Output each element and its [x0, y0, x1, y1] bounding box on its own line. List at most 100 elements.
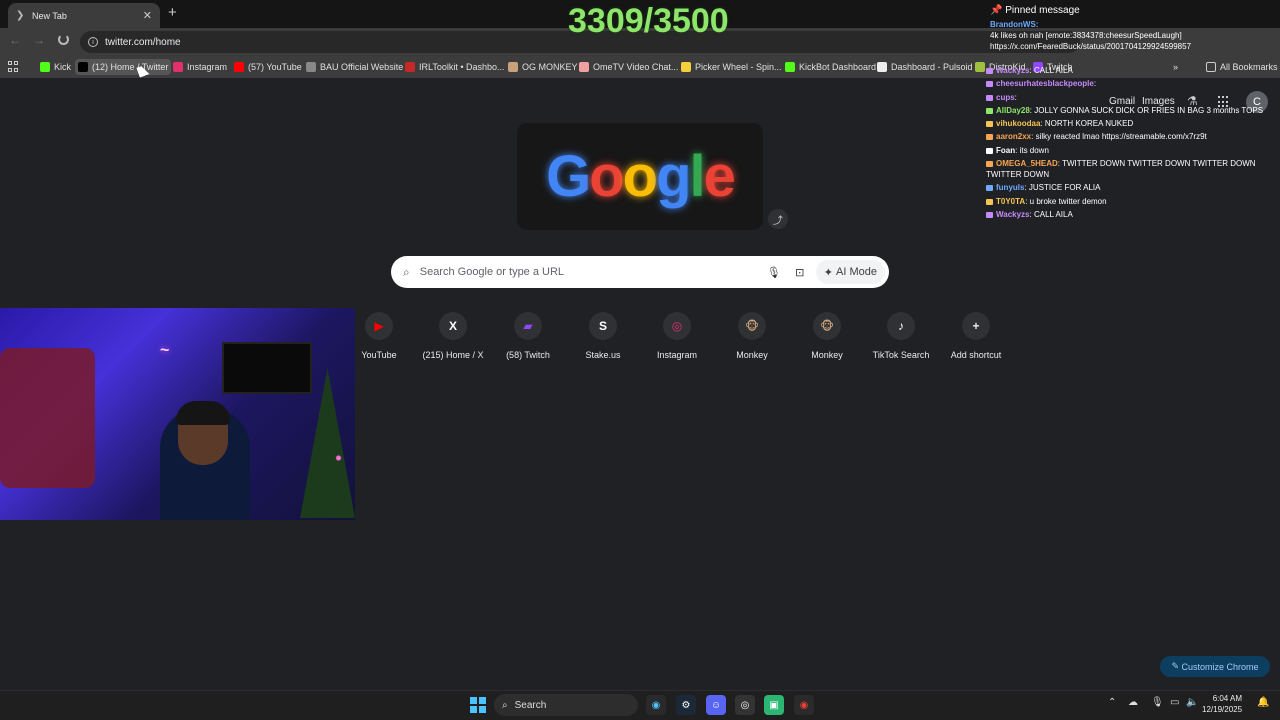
- shortcut-icon: S: [589, 312, 617, 340]
- bookmark-item[interactable]: IRLToolkit • Dashbo...: [402, 59, 508, 75]
- search-placeholder[interactable]: Search Google or type a URL: [420, 266, 764, 278]
- clock[interactable]: 6:04 AM 12/19/2025: [1202, 693, 1242, 715]
- folder-icon: [1206, 62, 1216, 72]
- bookmark-item[interactable]: (12) Home / Twitter: [75, 59, 172, 75]
- chat-badge-icon: [986, 120, 993, 127]
- bookmark-item[interactable]: Instagram: [170, 59, 230, 75]
- bookmark-item[interactable]: BAU Official Website: [303, 59, 406, 75]
- bookmark-item[interactable]: OG MONKEY: [505, 59, 581, 75]
- bau-icon: [306, 62, 316, 72]
- chat-username: AllDay28: [996, 106, 1030, 115]
- taskbar: [0, 690, 1280, 720]
- shortcut-tile[interactable]: X (215) Home / X: [415, 312, 491, 372]
- shortcut-tile[interactable]: ◎ Instagram: [639, 312, 715, 372]
- bookmarks-overflow-icon[interactable]: »: [1170, 59, 1181, 75]
- volume-icon[interactable]: 🔈: [1186, 697, 1198, 708]
- windows-start-icon[interactable]: [470, 697, 486, 713]
- google-lens-icon[interactable]: ⊡: [790, 266, 810, 279]
- shortcut-icon: +: [962, 312, 990, 340]
- reload-icon[interactable]: [58, 34, 69, 45]
- shortcut-tile[interactable]: + Add shortcut: [938, 312, 1014, 372]
- shortcut-tile[interactable]: ♪ TikTok Search: [863, 312, 939, 372]
- bookmark-item[interactable]: Picker Wheel - Spin...: [678, 59, 785, 75]
- chat-username: OMEGA_5HEAD: [996, 159, 1058, 168]
- obs-icon[interactable]: ◎: [735, 695, 755, 715]
- pinned-message-text: 4k likes oh nah [emote:3834378:cheesurSp…: [990, 31, 1182, 40]
- chat-badge-icon: [986, 67, 993, 74]
- tab-new-tab[interactable]: ❯ New Tab ✕: [8, 3, 160, 28]
- network-icon[interactable]: ▭: [1170, 697, 1179, 708]
- steam-icon[interactable]: ⚙: [676, 695, 696, 715]
- chat-message: AllDay28: JOLLY GONNA SUCK DICK OR FRIES…: [986, 106, 1263, 115]
- bookmark-item[interactable]: OmeTV Video Chat...: [576, 59, 681, 75]
- chat-badge-icon: [986, 133, 993, 140]
- customize-label: Customize Chrome: [1181, 661, 1259, 672]
- close-icon[interactable]: ✕: [143, 9, 152, 22]
- monkey-icon: [508, 62, 518, 72]
- bookmark-label: Picker Wheel - Spin...: [695, 62, 782, 72]
- forward-icon[interactable]: →: [33, 33, 45, 47]
- shortcut-icon: ♪: [887, 312, 915, 340]
- shortcut-icon: ▰: [514, 312, 542, 340]
- bookmark-item[interactable]: KickBot Dashboard: [782, 59, 879, 75]
- chat-username: vihukoodaa: [996, 119, 1041, 128]
- chat-message: cups:: [986, 93, 1017, 102]
- gaming-chair: [0, 348, 95, 488]
- bookmark-item[interactable]: Kick: [37, 59, 74, 75]
- chat-message: OMEGA_5HEAD: TWITTER DOWN TWITTER DOWN T…: [986, 159, 1256, 168]
- bookmark-label: OmeTV Video Chat...: [593, 62, 679, 72]
- apps-grid-icon[interactable]: [8, 61, 19, 72]
- ometv-icon: [579, 62, 589, 72]
- chrome-icon[interactable]: ◉: [646, 695, 666, 715]
- taskbar-search-label: Search: [514, 699, 547, 711]
- shortcut-icon: X: [439, 312, 467, 340]
- chevron-up-icon[interactable]: ⌃: [1108, 697, 1116, 708]
- chat-badge-icon: [986, 107, 993, 114]
- chat-message: T0Y0TA: u broke twitter demon: [986, 197, 1107, 206]
- chat-text: u broke twitter demon: [1029, 197, 1107, 206]
- google-doodle[interactable]: Google: [517, 123, 763, 230]
- all-bookmarks-button[interactable]: All Bookmarks: [1203, 59, 1280, 75]
- shortcut-label: Monkey: [811, 350, 843, 360]
- chat-text: TWITTER DOWN: [986, 170, 1050, 179]
- chat-badge-icon: [986, 80, 993, 87]
- shortcut-label: Instagram: [656, 350, 698, 360]
- cloud-icon[interactable]: ☁: [1128, 697, 1138, 708]
- bookmark-item[interactable]: Dashboard - Pulsoid: [874, 59, 976, 75]
- beanie: [176, 401, 230, 425]
- microphone-icon[interactable]: 🎙: [764, 266, 784, 279]
- chat-username: aaron2xx: [996, 132, 1032, 141]
- app-icon[interactable]: ▣: [764, 695, 784, 715]
- share-icon[interactable]: ⤴: [768, 209, 788, 229]
- search-icon: ⌕: [403, 264, 410, 279]
- ai-mode-label: AI Mode: [836, 266, 877, 278]
- back-icon[interactable]: ←: [9, 33, 21, 47]
- bookmark-label: Kick: [54, 62, 72, 72]
- shortcut-tile[interactable]: 🐵 Monkey: [789, 312, 865, 372]
- bookmark-label: (12) Home / Twitter: [92, 62, 169, 72]
- customize-chrome-button[interactable]: ✎ Customize Chrome: [1160, 656, 1270, 677]
- ai-mode-button[interactable]: ✦ AI Mode: [815, 260, 885, 284]
- chat-text: TWITTER DOWN TWITTER DOWN TWITTER DOWN: [1062, 159, 1256, 168]
- chat-username: cheesurhatesblackpeople: [996, 79, 1094, 88]
- shortcut-tile[interactable]: 🐵 Monkey: [714, 312, 790, 372]
- discord-icon[interactable]: ☺: [706, 695, 726, 715]
- shortcut-tile[interactable]: S Stake.us: [565, 312, 641, 372]
- site-info-icon[interactable]: i: [88, 37, 98, 47]
- chat-username: Wackyzs: [996, 210, 1030, 219]
- neon-sign: ~: [160, 342, 170, 359]
- pinned-message-link[interactable]: https://x.com/FearedBuck/status/20017041…: [990, 42, 1191, 51]
- new-tab-button[interactable]: +: [168, 4, 177, 21]
- shortcut-icon: ◎: [663, 312, 691, 340]
- x-icon: [78, 62, 88, 72]
- shortcut-icon: 🐵: [813, 312, 841, 340]
- chat-username: Foan: [996, 146, 1016, 155]
- chat-badge-icon: [986, 211, 993, 218]
- bookmark-item[interactable]: (57) YouTube: [231, 59, 305, 75]
- microphone-icon[interactable]: 🎙: [1151, 697, 1164, 708]
- shortcut-tile[interactable]: ▰ (58) Twitch: [490, 312, 566, 372]
- chrome-alt-icon[interactable]: ◉: [794, 695, 814, 715]
- search-box[interactable]: ⌕ Search Google or type a URL 🎙 ⊡ ✦ AI M…: [391, 256, 889, 288]
- notification-bell-icon[interactable]: 🔔: [1257, 697, 1269, 708]
- taskbar-search[interactable]: ⌕ Search: [494, 694, 638, 716]
